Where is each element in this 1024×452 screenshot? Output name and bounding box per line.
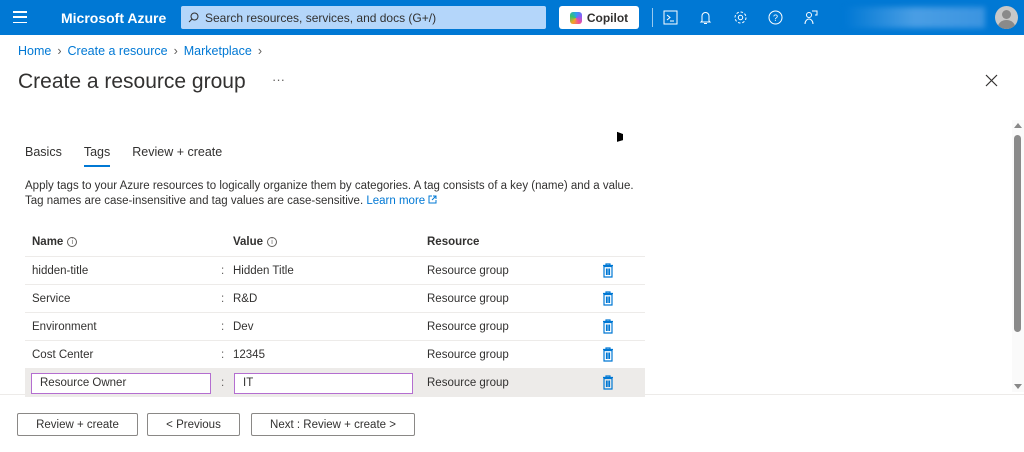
tag-name[interactable]: Environment: [32, 321, 97, 333]
notifications-bell-icon[interactable]: [697, 9, 714, 26]
header-name: Name i: [32, 236, 78, 248]
delete-trash-icon[interactable]: [602, 291, 614, 306]
cloud-shell-icon[interactable]: [662, 9, 679, 26]
info-icon[interactable]: i: [267, 236, 278, 247]
table-row: hidden-title: Hidden Title Resource group: [25, 257, 645, 285]
separator: :: [221, 264, 225, 277]
tags-description: Apply tags to your Azure resources to lo…: [25, 179, 645, 209]
avatar[interactable]: [995, 6, 1018, 29]
info-icon[interactable]: i: [67, 236, 78, 247]
copilot-label: Copilot: [586, 10, 629, 25]
scrollbar-thumb[interactable]: [1014, 135, 1021, 332]
svg-text:?: ?: [773, 13, 778, 23]
delete-trash-icon[interactable]: [602, 375, 614, 390]
search-icon: [188, 12, 199, 23]
search-input[interactable]: Search resources, services, and docs (G+…: [181, 6, 546, 29]
tag-resource: Resource group: [427, 348, 509, 361]
menu-icon[interactable]: [13, 11, 27, 23]
header-value: Value i: [233, 236, 278, 248]
tag-resource: Resource group: [427, 320, 509, 333]
header-resource: Resource: [427, 236, 480, 248]
chevron-right-icon: ›: [257, 44, 263, 58]
search-placeholder: Search resources, services, and docs (G+…: [205, 11, 437, 25]
breadcrumb-create-resource[interactable]: Create a resource: [68, 44, 168, 58]
delete-trash-icon[interactable]: [602, 347, 614, 362]
tag-name[interactable]: hidden-title: [32, 265, 88, 277]
copilot-button[interactable]: Copilot: [559, 6, 639, 29]
separator: :: [221, 348, 225, 361]
separator: :: [221, 320, 225, 333]
mouse-cursor-icon: [617, 131, 623, 145]
brand-name[interactable]: Microsoft Azure: [61, 10, 166, 26]
tag-name[interactable]: Cost Center: [32, 349, 93, 361]
close-icon[interactable]: [985, 74, 998, 87]
tags-table: Name i Value i Resource hidden-title: Hidd…: [25, 228, 645, 397]
tag-value[interactable]: R&D: [233, 293, 257, 305]
breadcrumb-marketplace[interactable]: Marketplace: [184, 44, 252, 58]
table-row-editing: : Resource group: [25, 369, 645, 397]
page-title: Create a resource group: [18, 70, 246, 93]
tag-resource: Resource group: [427, 377, 509, 389]
tab-review-create[interactable]: Review + create: [132, 145, 222, 167]
tag-name-input[interactable]: [31, 372, 211, 394]
separator: :: [221, 377, 225, 389]
tag-resource: Resource group: [427, 264, 509, 277]
divider: [652, 8, 653, 27]
tag-name[interactable]: Service: [32, 293, 70, 305]
copilot-icon: [569, 11, 582, 24]
chevron-right-icon: ›: [57, 44, 62, 58]
description-text: Apply tags to your Azure resources to lo…: [25, 180, 634, 207]
separator: :: [221, 292, 225, 305]
settings-gear-icon[interactable]: [732, 9, 749, 26]
scroll-up-arrow-icon[interactable]: [1014, 123, 1022, 128]
delete-trash-icon[interactable]: [602, 319, 614, 334]
top-bar: Microsoft Azure Search resources, servic…: [0, 0, 1024, 35]
tag-value[interactable]: Hidden Title: [233, 265, 294, 277]
tag-resource: Resource group: [427, 292, 509, 305]
previous-button[interactable]: < Previous: [147, 413, 240, 436]
review-create-button[interactable]: Review + create: [17, 413, 138, 436]
next-review-create-button[interactable]: Next : Review + create >: [251, 413, 415, 436]
tab-tags[interactable]: Tags: [83, 145, 111, 167]
feedback-icon[interactable]: [802, 9, 819, 26]
delete-trash-icon[interactable]: [602, 263, 614, 278]
scroll-down-arrow-icon[interactable]: [1014, 384, 1022, 389]
external-link-icon: [428, 195, 437, 204]
footer-bar: Review + create < Previous Next : Review…: [0, 394, 1024, 452]
table-header: Name i Value i Resource: [25, 228, 645, 257]
breadcrumb: Home › Create a resource › Marketplace ›: [18, 44, 262, 58]
account-info-blurred[interactable]: [845, 7, 985, 28]
table-row: Cost Center: 12345 Resource group: [25, 341, 645, 369]
vertical-scrollbar[interactable]: [1012, 120, 1024, 392]
learn-more-link[interactable]: Learn more: [366, 195, 437, 207]
tab-bar: Basics Tags Review + create: [25, 145, 222, 167]
table-row: Environment: Dev Resource group: [25, 313, 645, 341]
tag-value[interactable]: Dev: [233, 321, 253, 333]
tag-value-input[interactable]: [234, 372, 413, 394]
help-icon[interactable]: ?: [767, 9, 784, 26]
table-row: Service: R&D Resource group: [25, 285, 645, 313]
chevron-right-icon: ›: [173, 44, 178, 58]
more-options-button[interactable]: ···: [272, 72, 285, 87]
tag-value[interactable]: 12345: [233, 349, 265, 361]
tab-basics[interactable]: Basics: [25, 145, 62, 167]
breadcrumb-home[interactable]: Home: [18, 44, 51, 58]
